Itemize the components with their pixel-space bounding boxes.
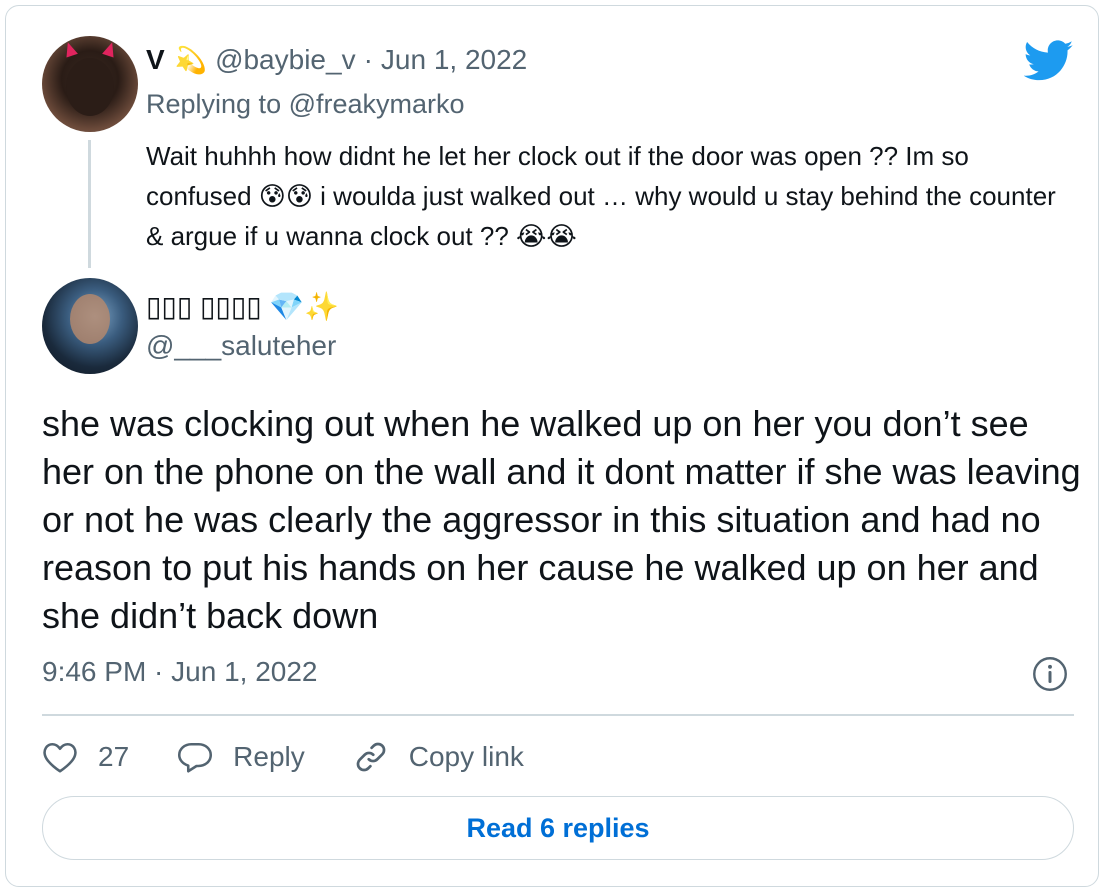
parent-meta-line: V 💫 @baybie_v · Jun 1, 2022: [146, 44, 527, 76]
author-handle[interactable]: @___saluteher: [146, 330, 336, 362]
parent-tweet-text: Wait huhhh how didnt he let her clock ou…: [146, 141, 1056, 251]
parent-handle[interactable]: @baybie_v: [215, 44, 356, 76]
link-icon: [356, 742, 386, 772]
action-bar: 27 Reply Copy link: [42, 732, 572, 782]
copy-link-button[interactable]: Copy link: [353, 739, 524, 775]
horn-decoration: [62, 40, 78, 58]
dizzy-star-emoji: 💫: [174, 44, 208, 75]
parent-date[interactable]: Jun 1, 2022: [381, 44, 527, 76]
author-avatar[interactable]: [42, 278, 138, 374]
thread-connector-line: [88, 140, 91, 268]
read-replies-button[interactable]: Read 6 replies: [42, 796, 1074, 860]
parent-avatar[interactable]: [42, 36, 138, 132]
info-icon[interactable]: [1032, 656, 1068, 692]
speech-bubble-icon: [178, 742, 213, 773]
replying-to-line: Replying to @freakymarko: [146, 89, 465, 120]
like-button[interactable]: 27: [42, 740, 129, 774]
meta-separator: ·: [363, 44, 373, 75]
avatar-face: [70, 294, 110, 344]
copy-link-label: Copy link: [408, 741, 524, 772]
reply-button[interactable]: Reply: [177, 740, 305, 774]
tweet-timestamp[interactable]: 9:46 PM · Jun 1, 2022: [42, 656, 318, 688]
replying-prefix: Replying to: [146, 89, 282, 119]
author-display-name[interactable]: ▯▯▯ ▯▯▯▯ 💎✨: [146, 290, 339, 323]
horn-decoration: [102, 40, 118, 58]
main-tweet-text: she was clocking out when he walked up o…: [42, 403, 1081, 636]
tweet-embed-card: V 💫 @baybie_v · Jun 1, 2022 Replying to …: [5, 5, 1099, 887]
parent-display-name[interactable]: V: [146, 44, 165, 76]
avatar-face: [66, 58, 114, 116]
like-count: 27: [98, 741, 130, 772]
twitter-bird-icon[interactable]: [1024, 40, 1074, 82]
reply-label: Reply: [233, 741, 305, 772]
replying-to-handle[interactable]: @freakymarko: [289, 89, 465, 119]
heart-icon: [43, 742, 77, 773]
divider: [42, 714, 1074, 716]
